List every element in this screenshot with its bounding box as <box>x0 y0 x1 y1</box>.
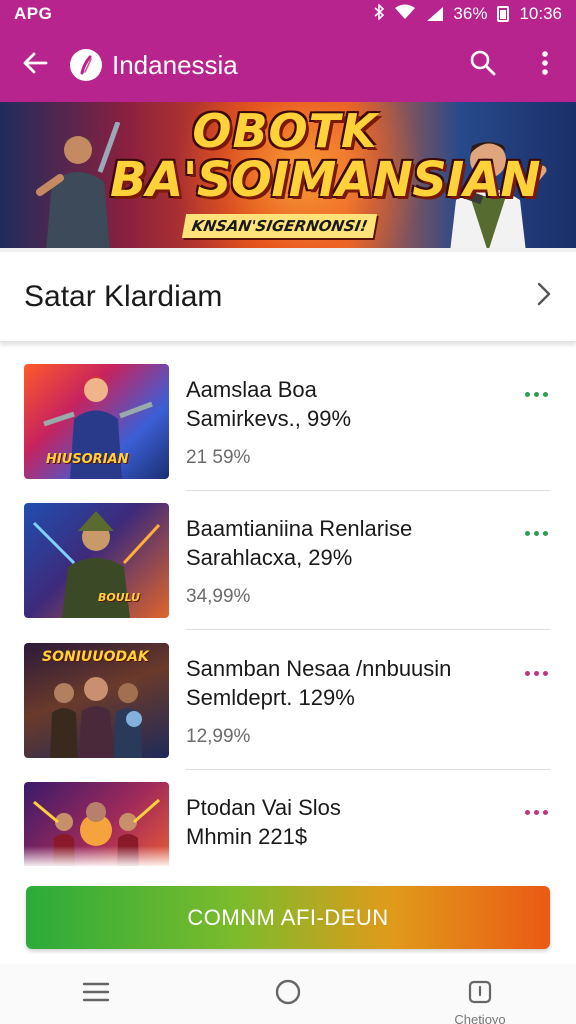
nav-recent-button[interactable]: Chetioyo <box>430 964 530 1024</box>
cta-button[interactable]: COMNM AFI-DEUN <box>26 886 550 949</box>
item-title: Baamtianiina Renlarise <box>186 516 413 541</box>
status-carrier: APG <box>14 4 53 23</box>
status-right: 36% 10:36 <box>373 2 562 25</box>
item-subtitle: Sarahlacxa, 29% <box>186 545 353 570</box>
item-list: HIUSORIAN Aamslaa Boa Samirkevs., 99% 21… <box>0 344 576 866</box>
more-dot-icon <box>542 530 548 536</box>
banner-tagline: KNSAN'SIGERNONSI! <box>181 214 378 238</box>
recent-apps-icon <box>467 979 493 1010</box>
search-icon <box>469 49 497 82</box>
more-dot-icon <box>542 670 548 676</box>
item-more-button[interactable] <box>516 661 556 685</box>
more-dot-icon <box>542 391 548 397</box>
item-title: Sanmban Nesaa /nnbuusin <box>186 656 452 681</box>
item-more-button[interactable] <box>516 800 556 824</box>
search-button[interactable] <box>452 28 514 102</box>
item-meta: 12,99% <box>186 726 251 747</box>
item-thumbnail-art <box>32 511 161 618</box>
nav-menu-button[interactable] <box>46 964 146 1024</box>
app-title: Indanessia <box>112 49 238 80</box>
item-meta: 21 59% <box>186 447 251 468</box>
back-arrow-icon <box>22 51 48 80</box>
item-thumbnail-caption: HIUSORIAN <box>46 452 129 467</box>
bluetooth-icon <box>373 2 385 25</box>
battery-icon <box>497 6 510 22</box>
item-thumbnail-caption: BOULU <box>98 591 141 604</box>
item-subtitle: Samirkevs., 99% <box>186 406 352 431</box>
item-thumbnail: HIUSORIAN <box>24 364 169 479</box>
item-thumbnail: BOULU <box>24 503 169 618</box>
wifi-icon <box>395 4 416 25</box>
system-nav-bar: Chetioyo <box>0 964 576 1024</box>
item-title: Ptodan Vai Slos <box>186 795 341 820</box>
nav-recent-label: Chetioyo <box>454 1012 506 1024</box>
status-time: 10:36 <box>519 4 562 23</box>
list-item[interactable]: HIUSORIAN Aamslaa Boa Samirkevs., 99% 21… <box>0 344 576 491</box>
more-dot-icon <box>524 391 530 397</box>
item-subtitle: Semldeprt. 129% <box>186 685 355 710</box>
banner-headline-line-2: BA'SOIMANSIAN <box>110 152 541 208</box>
overflow-menu-button[interactable] <box>514 28 576 102</box>
item-thumbnail-caption: SONIUUODAK <box>42 649 149 665</box>
section-header[interactable]: Satar Klardiam <box>0 252 576 342</box>
banner-headline-line-1: OBOTK <box>192 104 378 158</box>
more-dot-icon <box>524 809 530 815</box>
list-fade <box>0 846 576 868</box>
item-meta: 34,99% <box>186 586 251 607</box>
item-thumbnail: SONIUUODAK <box>24 643 169 758</box>
list-item[interactable]: BOULU Baamtianiina Renlarise Sarahlacxa,… <box>0 483 576 630</box>
signal-icon <box>425 7 444 21</box>
home-circle-icon <box>274 978 302 1011</box>
list-item[interactable]: SONIUUODAK Sanmban Nesaa /nnbuusin Semld… <box>0 623 576 770</box>
more-dot-icon <box>533 530 539 536</box>
promo-banner[interactable]: OBOTK BA'SOIMANSIAN KNSAN'SIGERNONSI! <box>0 102 576 248</box>
battery-percent: 36% <box>453 4 488 23</box>
chevron-right-icon <box>536 281 552 312</box>
more-dot-icon <box>533 809 539 815</box>
item-title: Aamslaa Boa <box>186 377 317 402</box>
more-dot-icon <box>542 809 548 815</box>
nav-home-button[interactable] <box>238 964 338 1024</box>
more-dot-icon <box>533 391 539 397</box>
banner-hero-left-image <box>36 122 120 248</box>
more-dot-icon <box>524 670 530 676</box>
more-dot-icon <box>533 670 539 676</box>
app-logo-icon <box>70 49 102 81</box>
item-more-button[interactable] <box>516 382 556 406</box>
app-bar: Indanessia <box>0 28 576 102</box>
more-dot-icon <box>524 530 530 536</box>
banner-headline: OBOTK BA'SOIMANSIAN <box>110 104 541 208</box>
menu-icon <box>82 981 110 1008</box>
back-button[interactable] <box>0 28 70 102</box>
section-title: Satar Klardiam <box>24 279 223 313</box>
more-vert-icon <box>541 50 549 81</box>
status-bar: APG 36% 10:36 <box>0 0 576 28</box>
item-more-button[interactable] <box>516 521 556 545</box>
